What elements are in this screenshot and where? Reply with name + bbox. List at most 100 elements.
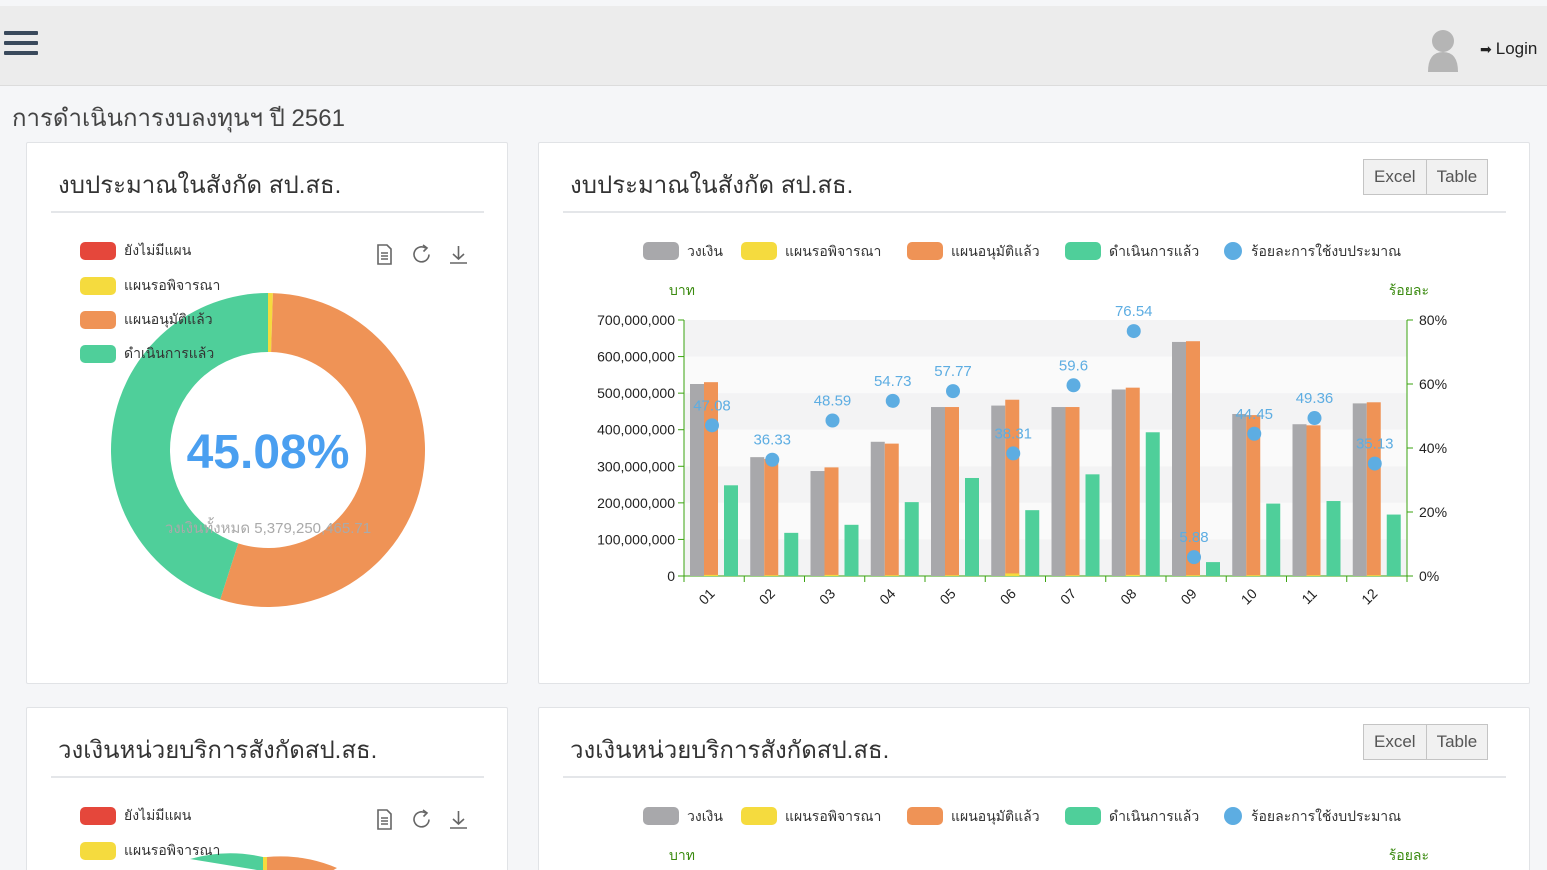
bar-done bbox=[784, 532, 799, 576]
legend-label: แผนอนุมัติแล้ว bbox=[951, 808, 1040, 825]
legend-swatch bbox=[80, 807, 116, 825]
legend-label: ดำเนินการแล้ว bbox=[1109, 808, 1199, 824]
y-tick-label: 100,000,000 bbox=[597, 531, 675, 547]
percent-point bbox=[705, 418, 719, 433]
legend-swatch bbox=[643, 807, 679, 825]
bar-done bbox=[1386, 514, 1401, 576]
x-tick-label: 11 bbox=[1298, 586, 1320, 608]
sign-in-icon: ➡ bbox=[1480, 41, 1492, 57]
legend-label: ร้อยละการใช้งบประมาณ bbox=[1251, 808, 1401, 824]
budget-bar-panel: งบประมาณในสังกัด สป.สธ. Excel Table วงเง… bbox=[538, 142, 1530, 684]
y2-tick-label: 40% bbox=[1419, 440, 1447, 456]
page-title: การดำเนินการงบลงทุนฯ ปี 2561 bbox=[12, 105, 345, 132]
bar-pending bbox=[1306, 575, 1321, 576]
x-tick-label: 04 bbox=[876, 585, 898, 607]
legend-no-plan[interactable]: ยังไม่มีแผน bbox=[80, 806, 191, 826]
bar-approved bbox=[945, 407, 959, 576]
bar-done bbox=[965, 477, 979, 576]
bar-done bbox=[1326, 501, 1341, 576]
bar-done bbox=[724, 485, 738, 576]
legend-swatch bbox=[741, 807, 777, 825]
bar-done bbox=[1145, 432, 1160, 576]
bar-pending bbox=[704, 574, 718, 576]
legend-swatch bbox=[741, 242, 777, 260]
top-navbar: ➡ Login bbox=[0, 6, 1547, 86]
y-tick-label: 500,000,000 bbox=[597, 385, 675, 401]
y-tick-label: 600,000,000 bbox=[597, 349, 675, 365]
bar-done bbox=[1206, 562, 1220, 576]
x-tick-label: 02 bbox=[756, 585, 778, 607]
legend-label: ร้อยละการใช้งบประมาณ bbox=[1251, 243, 1401, 259]
hamburger-menu-icon[interactable] bbox=[4, 31, 38, 61]
bar-pending bbox=[1186, 575, 1200, 576]
bar-chart: วงเงิน แผนรอพิจารณา แผนอนุมัติแล้ว ดำเนินกา… bbox=[597, 242, 1447, 608]
bar-pending bbox=[1005, 573, 1020, 576]
donut-center-value: 45.08% bbox=[187, 426, 350, 479]
x-tick-label: 10 bbox=[1238, 585, 1260, 607]
donut-chart: 45.08% วงเงินทั้งหมด 5,379,250,465.71 bbox=[111, 293, 425, 607]
legend-pending[interactable]: แผนรอพิจารณา bbox=[80, 841, 220, 861]
legend-label: แผนรอพิจารณา bbox=[785, 243, 881, 259]
chart-toolbox bbox=[373, 808, 470, 831]
download-icon[interactable] bbox=[447, 808, 470, 831]
refresh-icon[interactable] bbox=[410, 243, 433, 266]
legend-approved[interactable]: แผนอนุมัติแล้ว bbox=[80, 310, 213, 330]
x-tick-label: 12 bbox=[1358, 585, 1380, 607]
percent-label: 54.73 bbox=[874, 373, 912, 390]
percent-point bbox=[1126, 324, 1141, 339]
budget-donut-panel: งบประมาณในสังกัด สป.สธ. ยังไม่มีแผน แผนร… bbox=[26, 142, 508, 684]
legend-swatch bbox=[907, 242, 943, 260]
percent-point bbox=[1006, 446, 1021, 461]
bar-approved bbox=[1125, 387, 1140, 576]
bar-budget bbox=[1051, 407, 1066, 576]
bar-budget bbox=[810, 471, 825, 576]
legend-label: แผนอนุมัติแล้ว bbox=[951, 243, 1040, 260]
download-icon[interactable] bbox=[447, 243, 470, 266]
y-tick-label: 300,000,000 bbox=[597, 458, 675, 474]
y2-axis-name: ร้อยละ bbox=[1389, 847, 1429, 863]
bar-approved bbox=[1306, 425, 1321, 576]
bar-pending bbox=[1065, 575, 1080, 576]
x-tick-label: 01 bbox=[695, 585, 717, 607]
legend-swatch bbox=[643, 242, 679, 260]
refresh-icon[interactable] bbox=[410, 808, 433, 831]
percent-point bbox=[1367, 456, 1382, 471]
percent-label: 49.36 bbox=[1296, 390, 1334, 407]
percent-label: 5.88 bbox=[1179, 529, 1208, 546]
y-tick-label: 0 bbox=[667, 568, 675, 584]
x-tick-label: 09 bbox=[1177, 585, 1199, 607]
document-icon[interactable] bbox=[373, 808, 396, 831]
legend-done[interactable]: ดำเนินการแล้ว bbox=[80, 344, 214, 364]
y2-tick-label: 0% bbox=[1419, 568, 1439, 584]
chart-toolbox bbox=[373, 243, 470, 266]
percent-label: 47.08 bbox=[693, 397, 731, 414]
percent-label: 35.13 bbox=[1356, 436, 1394, 453]
percent-label: 76.54 bbox=[1115, 303, 1153, 320]
percent-label: 36.33 bbox=[753, 432, 791, 449]
legend-swatch bbox=[1065, 242, 1101, 260]
y2-tick-label: 60% bbox=[1419, 376, 1447, 392]
y-axis-name: บาท bbox=[669, 282, 695, 298]
bar-budget bbox=[870, 441, 885, 576]
x-tick-label: 05 bbox=[936, 585, 958, 607]
document-icon[interactable] bbox=[373, 243, 396, 266]
bar-approved bbox=[1366, 402, 1381, 576]
bar-pending bbox=[824, 574, 839, 576]
y2-tick-label: 80% bbox=[1419, 312, 1447, 328]
bar-done bbox=[904, 502, 919, 576]
bar-budget bbox=[1352, 403, 1367, 576]
grid-band bbox=[684, 320, 1407, 357]
bar-budget bbox=[1111, 389, 1126, 576]
percent-point bbox=[885, 393, 900, 408]
bar-pending bbox=[1366, 575, 1381, 576]
legend-swatch bbox=[1224, 242, 1242, 260]
bar-done bbox=[1085, 474, 1100, 576]
login-link[interactable]: ➡ Login bbox=[1480, 39, 1537, 59]
y-tick-label: 200,000,000 bbox=[597, 495, 675, 511]
user-avatar-icon[interactable] bbox=[1426, 28, 1460, 72]
percent-label: 48.59 bbox=[814, 393, 852, 410]
x-tick-label: 07 bbox=[1057, 585, 1079, 607]
legend-swatch bbox=[80, 345, 116, 363]
percent-point bbox=[1307, 411, 1322, 426]
grid-band bbox=[684, 356, 1407, 394]
